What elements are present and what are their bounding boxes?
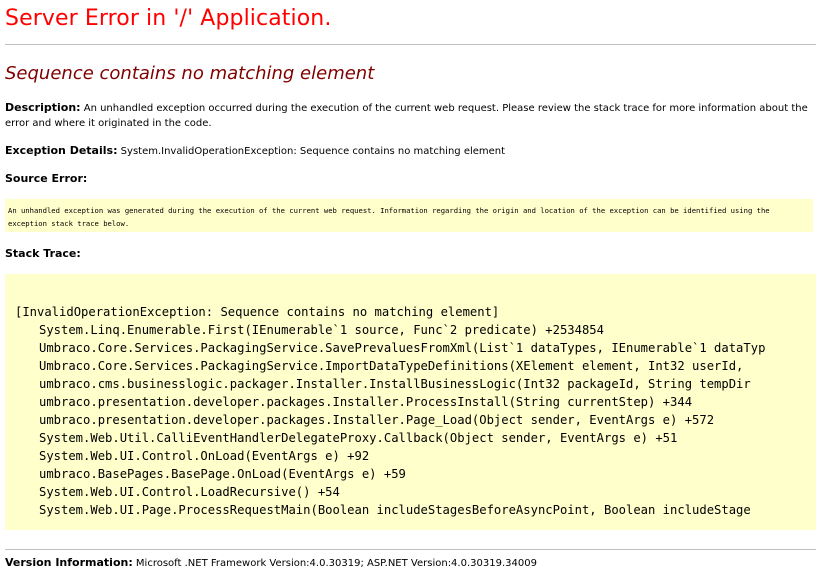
stack-trace-line: System.Web.UI.Control.LoadRecursive() +5… <box>39 485 340 499</box>
version-information-label: Version Information: <box>5 556 133 569</box>
exception-details-text: System.InvalidOperationException: Sequen… <box>120 146 506 157</box>
exception-details-paragraph: Exception Details: System.InvalidOperati… <box>5 143 816 159</box>
version-information-text: Microsoft .NET Framework Version:4.0.303… <box>135 558 537 569</box>
error-page: Server Error in '/' Application. Sequenc… <box>0 0 816 576</box>
stack-trace-line: System.Linq.Enumerable.First(IEnumerable… <box>39 323 604 337</box>
stack-trace-line: Umbraco.Core.Services.PackagingService.S… <box>39 341 766 355</box>
stack-trace-box: [InvalidOperationException: Sequence con… <box>5 274 816 530</box>
source-error-text: An unhandled exception was generated dur… <box>8 206 770 228</box>
stack-trace-line: umbraco.BasePages.BasePage.OnLoad(EventA… <box>39 467 406 481</box>
description-text: An unhandled exception occurred during t… <box>5 103 808 129</box>
stack-trace-exception-line: [InvalidOperationException: Sequence con… <box>15 305 500 319</box>
version-information-paragraph: Version Information: Microsoft .NET Fram… <box>5 555 537 571</box>
page-title: Server Error in '/' Application. <box>5 6 332 31</box>
stack-trace-line: umbraco.cms.businesslogic.packager.Insta… <box>39 377 751 391</box>
stack-trace-line: System.Web.UI.Page.ProcessRequestMain(Bo… <box>39 503 751 517</box>
source-error-heading: Source Error: <box>5 172 88 185</box>
stack-trace-line: umbraco.presentation.developer.packages.… <box>39 395 693 409</box>
stack-trace-line: Umbraco.Core.Services.PackagingService.I… <box>39 359 751 373</box>
error-message-heading: Sequence contains no matching element <box>5 63 375 84</box>
stack-trace-line: System.Web.UI.Control.OnLoad(EventArgs e… <box>39 449 370 463</box>
stack-trace-heading: Stack Trace: <box>5 247 81 260</box>
version-divider <box>5 549 816 550</box>
stack-trace-list: [InvalidOperationException: Sequence con… <box>15 303 765 519</box>
source-error-box: An unhandled exception was generated dur… <box>5 199 813 232</box>
exception-details-label: Exception Details: <box>5 144 118 157</box>
stack-trace-line: umbraco.presentation.developer.packages.… <box>39 413 715 427</box>
title-divider <box>5 44 816 45</box>
description-paragraph: Description: An unhandled exception occu… <box>5 100 816 131</box>
description-label: Description: <box>5 101 81 114</box>
stack-trace-line: System.Web.Util.CalliEventHandlerDelegat… <box>39 431 678 445</box>
